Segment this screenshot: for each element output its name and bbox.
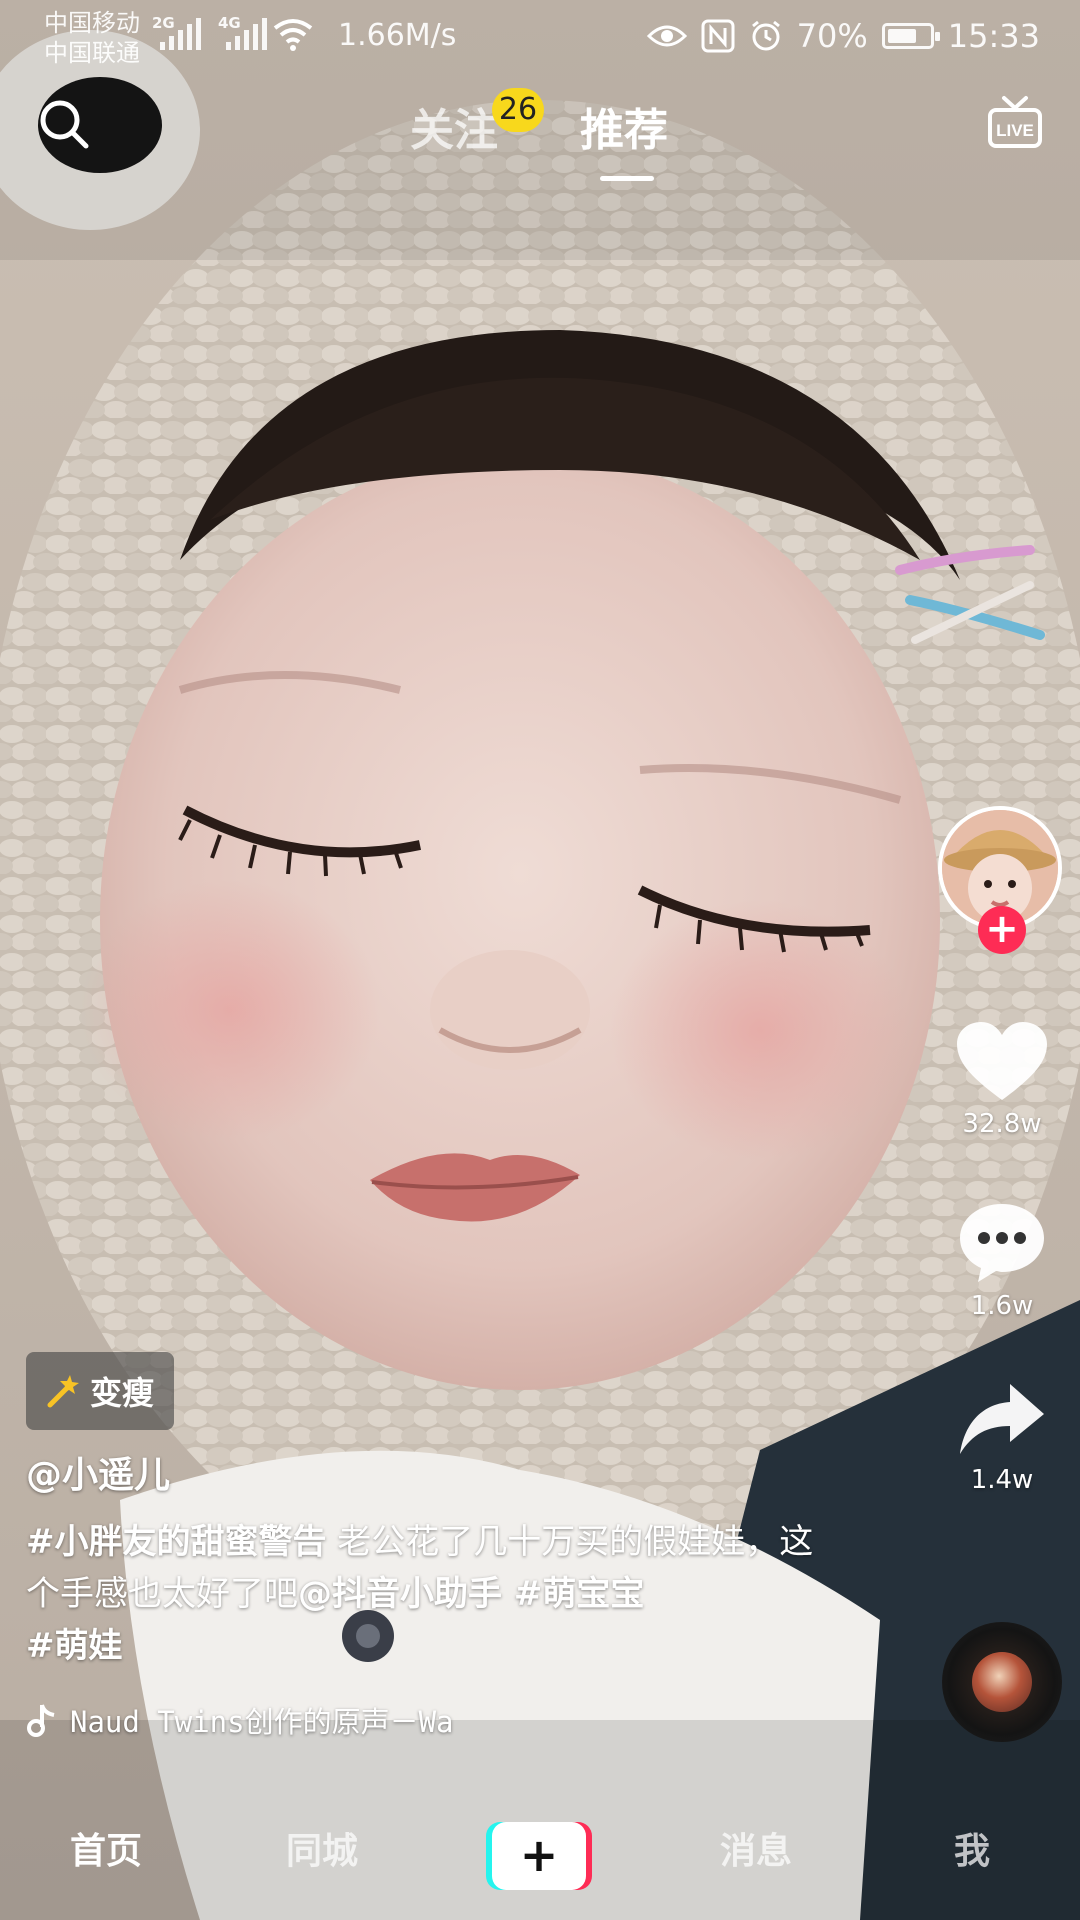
share-count: 1.4w [970, 1465, 1034, 1495]
comment-count: 1.6w [970, 1291, 1034, 1321]
network-type-2: 4G [218, 14, 241, 32]
live-label: LIVE [996, 121, 1034, 140]
live-icon[interactable]: LIVE [986, 94, 1044, 152]
music-cover [972, 1652, 1032, 1712]
nav-messages[interactable]: 消息 [720, 1824, 792, 1880]
hashtag-link[interactable]: #萌娃 [26, 1626, 123, 1666]
share-icon [960, 1384, 1044, 1454]
mention-link[interactable]: @抖音小助手 [298, 1574, 502, 1614]
nav-city[interactable]: 同城 [286, 1824, 358, 1880]
network-type-1: 2G [152, 14, 175, 32]
comment-button[interactable]: 1.6w [940, 1200, 1064, 1322]
carrier-names: 中国移动 中国联通 [44, 8, 140, 68]
battery-level [887, 29, 916, 43]
follow-button[interactable]: + [978, 906, 1026, 954]
like-button[interactable]: 32.8w [940, 1020, 1064, 1140]
net-speed: 1.66M/s [338, 18, 457, 53]
magic-wand-icon [47, 1375, 79, 1408]
nav-me[interactable]: 我 [954, 1824, 990, 1880]
nav-home[interactable]: 首页 [70, 1824, 142, 1880]
music-info[interactable]: Naud Twins创作的原声－Wa [26, 1696, 506, 1744]
video-caption: #小胖友的甜蜜警告 老公花了几十万买的假娃娃，这个手感也太好了吧@抖音小助手 #… [26, 1516, 816, 1672]
tab-recommend[interactable]: 推荐 [580, 96, 668, 166]
like-count: 32.8w [962, 1109, 1042, 1139]
carrier-2: 中国联通 [44, 39, 140, 67]
hashtag-link[interactable]: #小胖友的甜蜜警告 [26, 1522, 327, 1562]
effect-label: 变瘦 [89, 1374, 154, 1412]
carrier-1: 中国移动 [44, 9, 140, 37]
signal-strength-icon-2: 4G [218, 14, 267, 50]
follow-badge: 26 [492, 88, 544, 132]
creator-username[interactable]: @小遥儿 [26, 1452, 170, 1500]
wifi-icon [273, 19, 313, 51]
alarm-icon [751, 20, 780, 51]
music-disc[interactable] [942, 1622, 1062, 1742]
music-note-icon [27, 1704, 55, 1737]
eye-comfort-icon [646, 25, 687, 47]
status-bar: 中国移动 中国联通 2G 4G 1.66M/s 70% 15:33 [0, 0, 1080, 78]
share-button[interactable]: 1.4w [940, 1380, 1064, 1496]
active-tab-indicator [600, 176, 654, 181]
nfc-icon [701, 19, 735, 53]
battery-icon [881, 23, 940, 49]
bottom-nav: 首页 同城 + 消息 我 [0, 1790, 1080, 1920]
clock: 15:33 [947, 17, 1040, 55]
status-bar-right: 70% 15:33 [646, 14, 1040, 58]
battery-percent: 70% [796, 17, 868, 55]
music-title: Naud Twins创作的原声－Wa [70, 1705, 454, 1739]
effect-tag[interactable]: 变瘦 [26, 1352, 174, 1430]
publish-button[interactable]: + [486, 1822, 592, 1890]
signal-strength-icon-1: 2G [152, 14, 201, 50]
comment-icon [960, 1204, 1044, 1282]
heart-icon [957, 1022, 1047, 1100]
tab-follow[interactable]: 关注 [410, 96, 498, 166]
hashtag-link[interactable]: #萌宝宝 [502, 1574, 645, 1614]
publish-plus-icon: + [492, 1822, 586, 1890]
